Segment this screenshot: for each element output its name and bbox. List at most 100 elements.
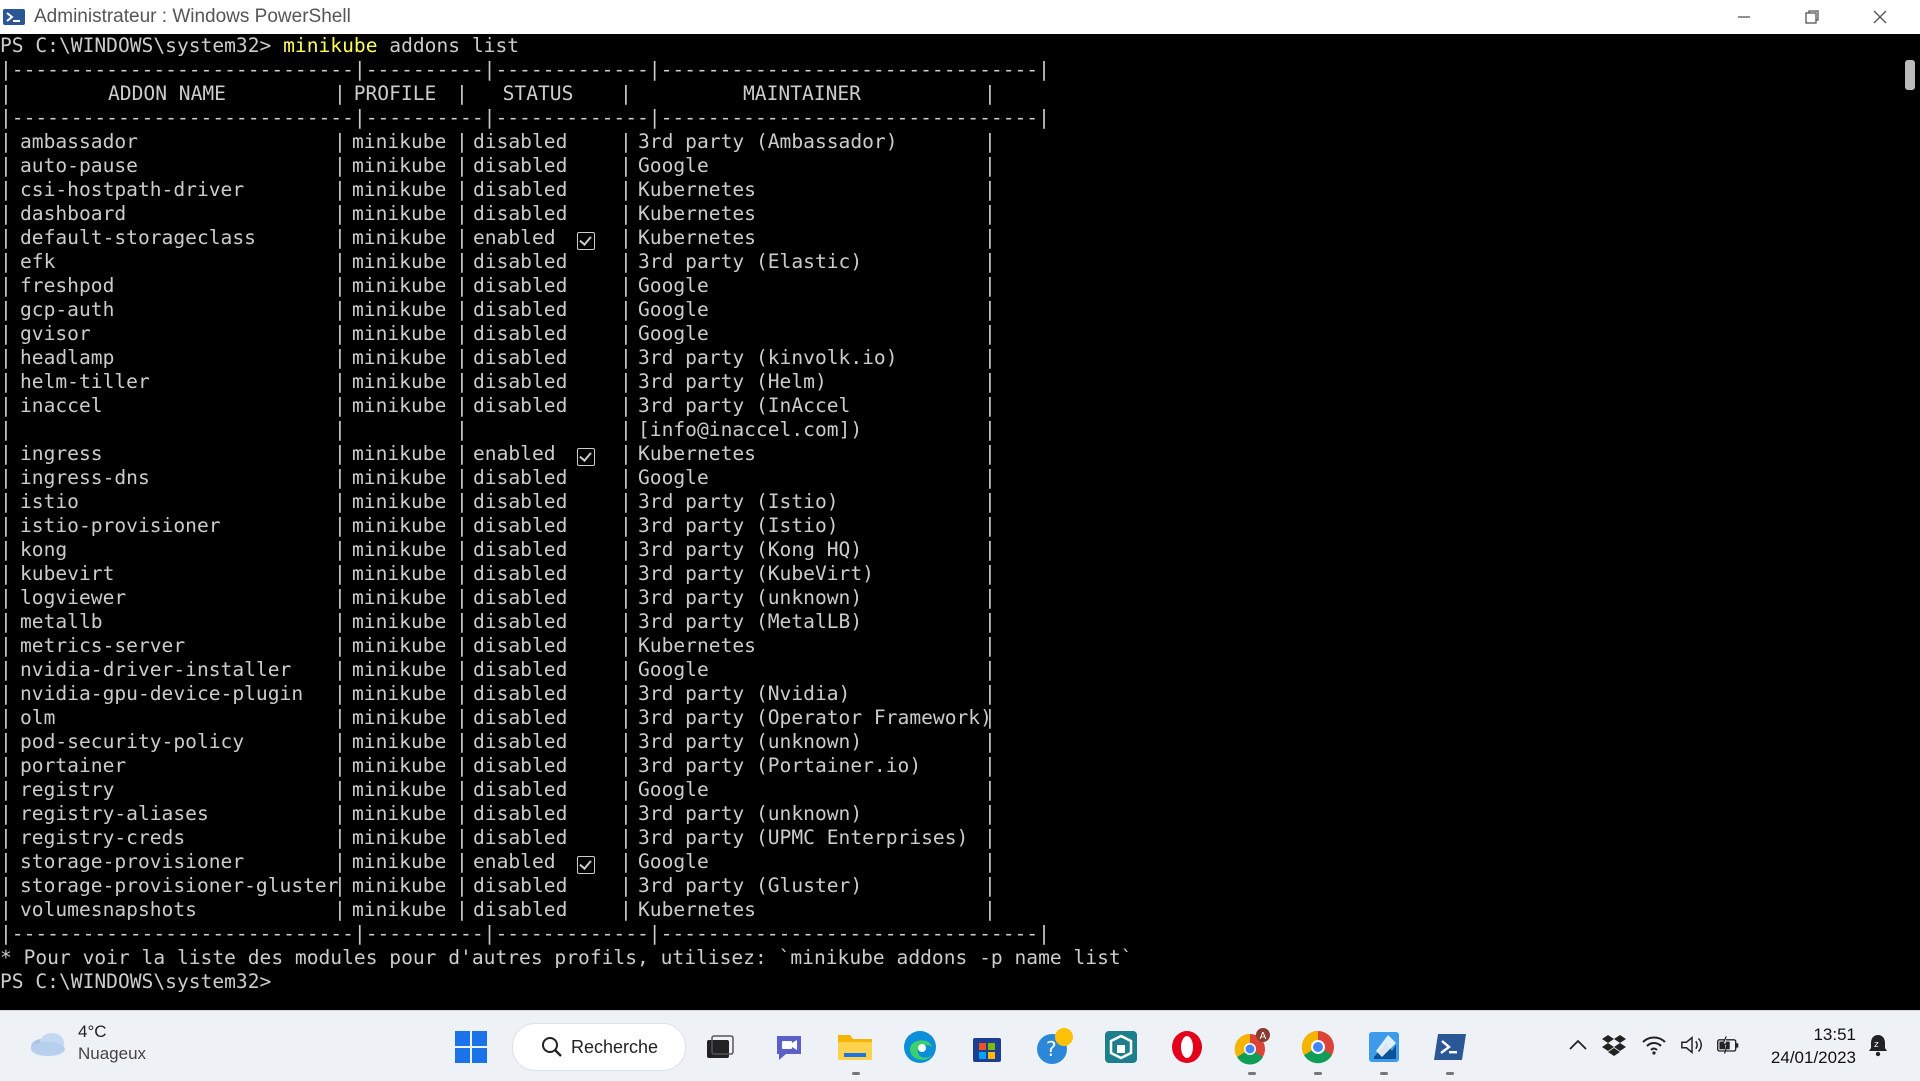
addon-maintainer: Kubernetes [638, 898, 756, 921]
table-border: | [0, 466, 12, 489]
weather-widget[interactable]: 4°C Nuageux [28, 1021, 146, 1065]
table-border: | [620, 682, 632, 705]
notifications-button[interactable]: z [1866, 1033, 1890, 1057]
minimize-button[interactable] [1710, 0, 1778, 34]
table-border: | [334, 562, 346, 585]
table-row: | | | | | storage-provisioner minikube enabled G… [0, 850, 996, 874]
chrome-profile-icon: A [1234, 1028, 1270, 1065]
console-output[interactable]: PS C:\WINDOWS\system32> minikube addons … [0, 34, 1898, 1010]
scrollbar[interactable] [1898, 34, 1920, 1010]
column-header: ADDON NAME [108, 82, 226, 105]
notification-bell-icon: z [1869, 1035, 1887, 1057]
addon-maintainer: Google [638, 322, 709, 345]
table-border: | [456, 874, 468, 897]
taskbar-chrome-profile[interactable]: A [1232, 1027, 1272, 1067]
weather-condition: Nuageux [78, 1044, 147, 1063]
taskbar-app[interactable] [1101, 1027, 1141, 1067]
running-indicator [1248, 1072, 1256, 1075]
table-border: | [0, 178, 12, 201]
separator-text: |-----------------------------|---------… [0, 106, 1050, 129]
table-border: | [984, 586, 996, 609]
table-border: | [984, 178, 996, 201]
table-border: | [620, 586, 632, 609]
taskbar-teams-chat[interactable] [769, 1027, 809, 1067]
table-border: | [456, 178, 468, 201]
table-border: | [456, 322, 468, 345]
table-border: | [620, 850, 632, 873]
table-border: | [984, 538, 996, 561]
addon-name: pod-security-policy [20, 730, 245, 753]
addon-status: disabled [473, 514, 568, 537]
check-icon [577, 856, 595, 874]
addon-maintainer: 3rd party (Istio) [638, 514, 839, 537]
addon-status: disabled [473, 250, 568, 273]
taskbar-chrome[interactable] [1298, 1027, 1338, 1067]
table-border: | [620, 874, 632, 897]
addon-status: disabled [473, 610, 568, 633]
addon-profile: minikube [352, 370, 447, 393]
table-border: | [620, 250, 632, 273]
taskbar-get-help[interactable]: ? [1034, 1027, 1074, 1067]
show-hidden-icons[interactable] [1566, 1033, 1590, 1057]
table-border: | [334, 490, 346, 513]
taskbar-powershell[interactable] [1430, 1027, 1470, 1067]
table-border: | [334, 634, 346, 657]
table-border: | [620, 490, 632, 513]
table-border: | [334, 850, 346, 873]
table-border: | [0, 562, 12, 585]
table-border: | [984, 514, 996, 537]
table-border: | [984, 490, 996, 513]
table-border: | [984, 898, 996, 921]
taskbar-file-explorer[interactable] [835, 1027, 875, 1067]
check-icon [577, 232, 595, 250]
table-border: | [334, 346, 346, 369]
table-border: | [0, 610, 12, 633]
table-border: | [0, 658, 12, 681]
table-border: | [334, 658, 346, 681]
tray-volume[interactable] [1680, 1033, 1704, 1057]
tray-wifi[interactable] [1642, 1033, 1666, 1057]
addon-profile: minikube [352, 490, 447, 513]
tray-dropbox[interactable] [1602, 1033, 1626, 1057]
addon-name: metallb [20, 610, 103, 633]
table-border: | [984, 874, 996, 897]
restore-button[interactable] [1778, 0, 1846, 34]
separator-text: |-----------------------------|---------… [0, 58, 1050, 81]
addon-status: disabled [473, 154, 568, 177]
table-border: | [0, 394, 12, 417]
addon-status: disabled [473, 802, 568, 825]
table-border: | [456, 802, 468, 825]
table-border: | [620, 370, 632, 393]
addon-status: disabled [473, 490, 568, 513]
table-border: | [620, 418, 632, 441]
table-border: | [456, 490, 468, 513]
taskbar-clock[interactable]: 13:51 24/01/2023 [1760, 1023, 1856, 1069]
table-border: | [456, 274, 468, 297]
table-border: | [334, 778, 346, 801]
addon-name: storage-provisioner-gluster [20, 874, 339, 897]
addon-name: logviewer [20, 586, 127, 609]
addon-maintainer: 3rd party (MetalLB) [638, 610, 863, 633]
table-border: | [456, 730, 468, 753]
addon-maintainer: 3rd party (Helm) [638, 370, 827, 393]
addon-name: nvidia-driver-installer [20, 658, 292, 681]
start-button[interactable] [451, 1027, 491, 1067]
scrollbar-thumb[interactable] [1905, 60, 1915, 90]
addon-status: disabled [473, 538, 568, 561]
addon-profile: minikube [352, 730, 447, 753]
table-border: | [620, 274, 632, 297]
taskbar-search[interactable]: Recherche [512, 1023, 686, 1071]
addon-name: ambassador [20, 130, 138, 153]
taskbar-edge[interactable] [900, 1027, 940, 1067]
addon-status: disabled [473, 826, 568, 849]
table-border: | [620, 466, 632, 489]
taskbar-store[interactable] [967, 1027, 1007, 1067]
edge-icon [904, 1031, 936, 1063]
close-button[interactable] [1846, 0, 1914, 34]
table-border: | [334, 178, 346, 201]
addon-profile: minikube [352, 274, 447, 297]
taskbar-opera[interactable] [1167, 1027, 1207, 1067]
taskbar-paint[interactable] [1364, 1027, 1404, 1067]
tray-battery[interactable] [1716, 1033, 1740, 1057]
taskbar-task-view[interactable] [700, 1027, 740, 1067]
